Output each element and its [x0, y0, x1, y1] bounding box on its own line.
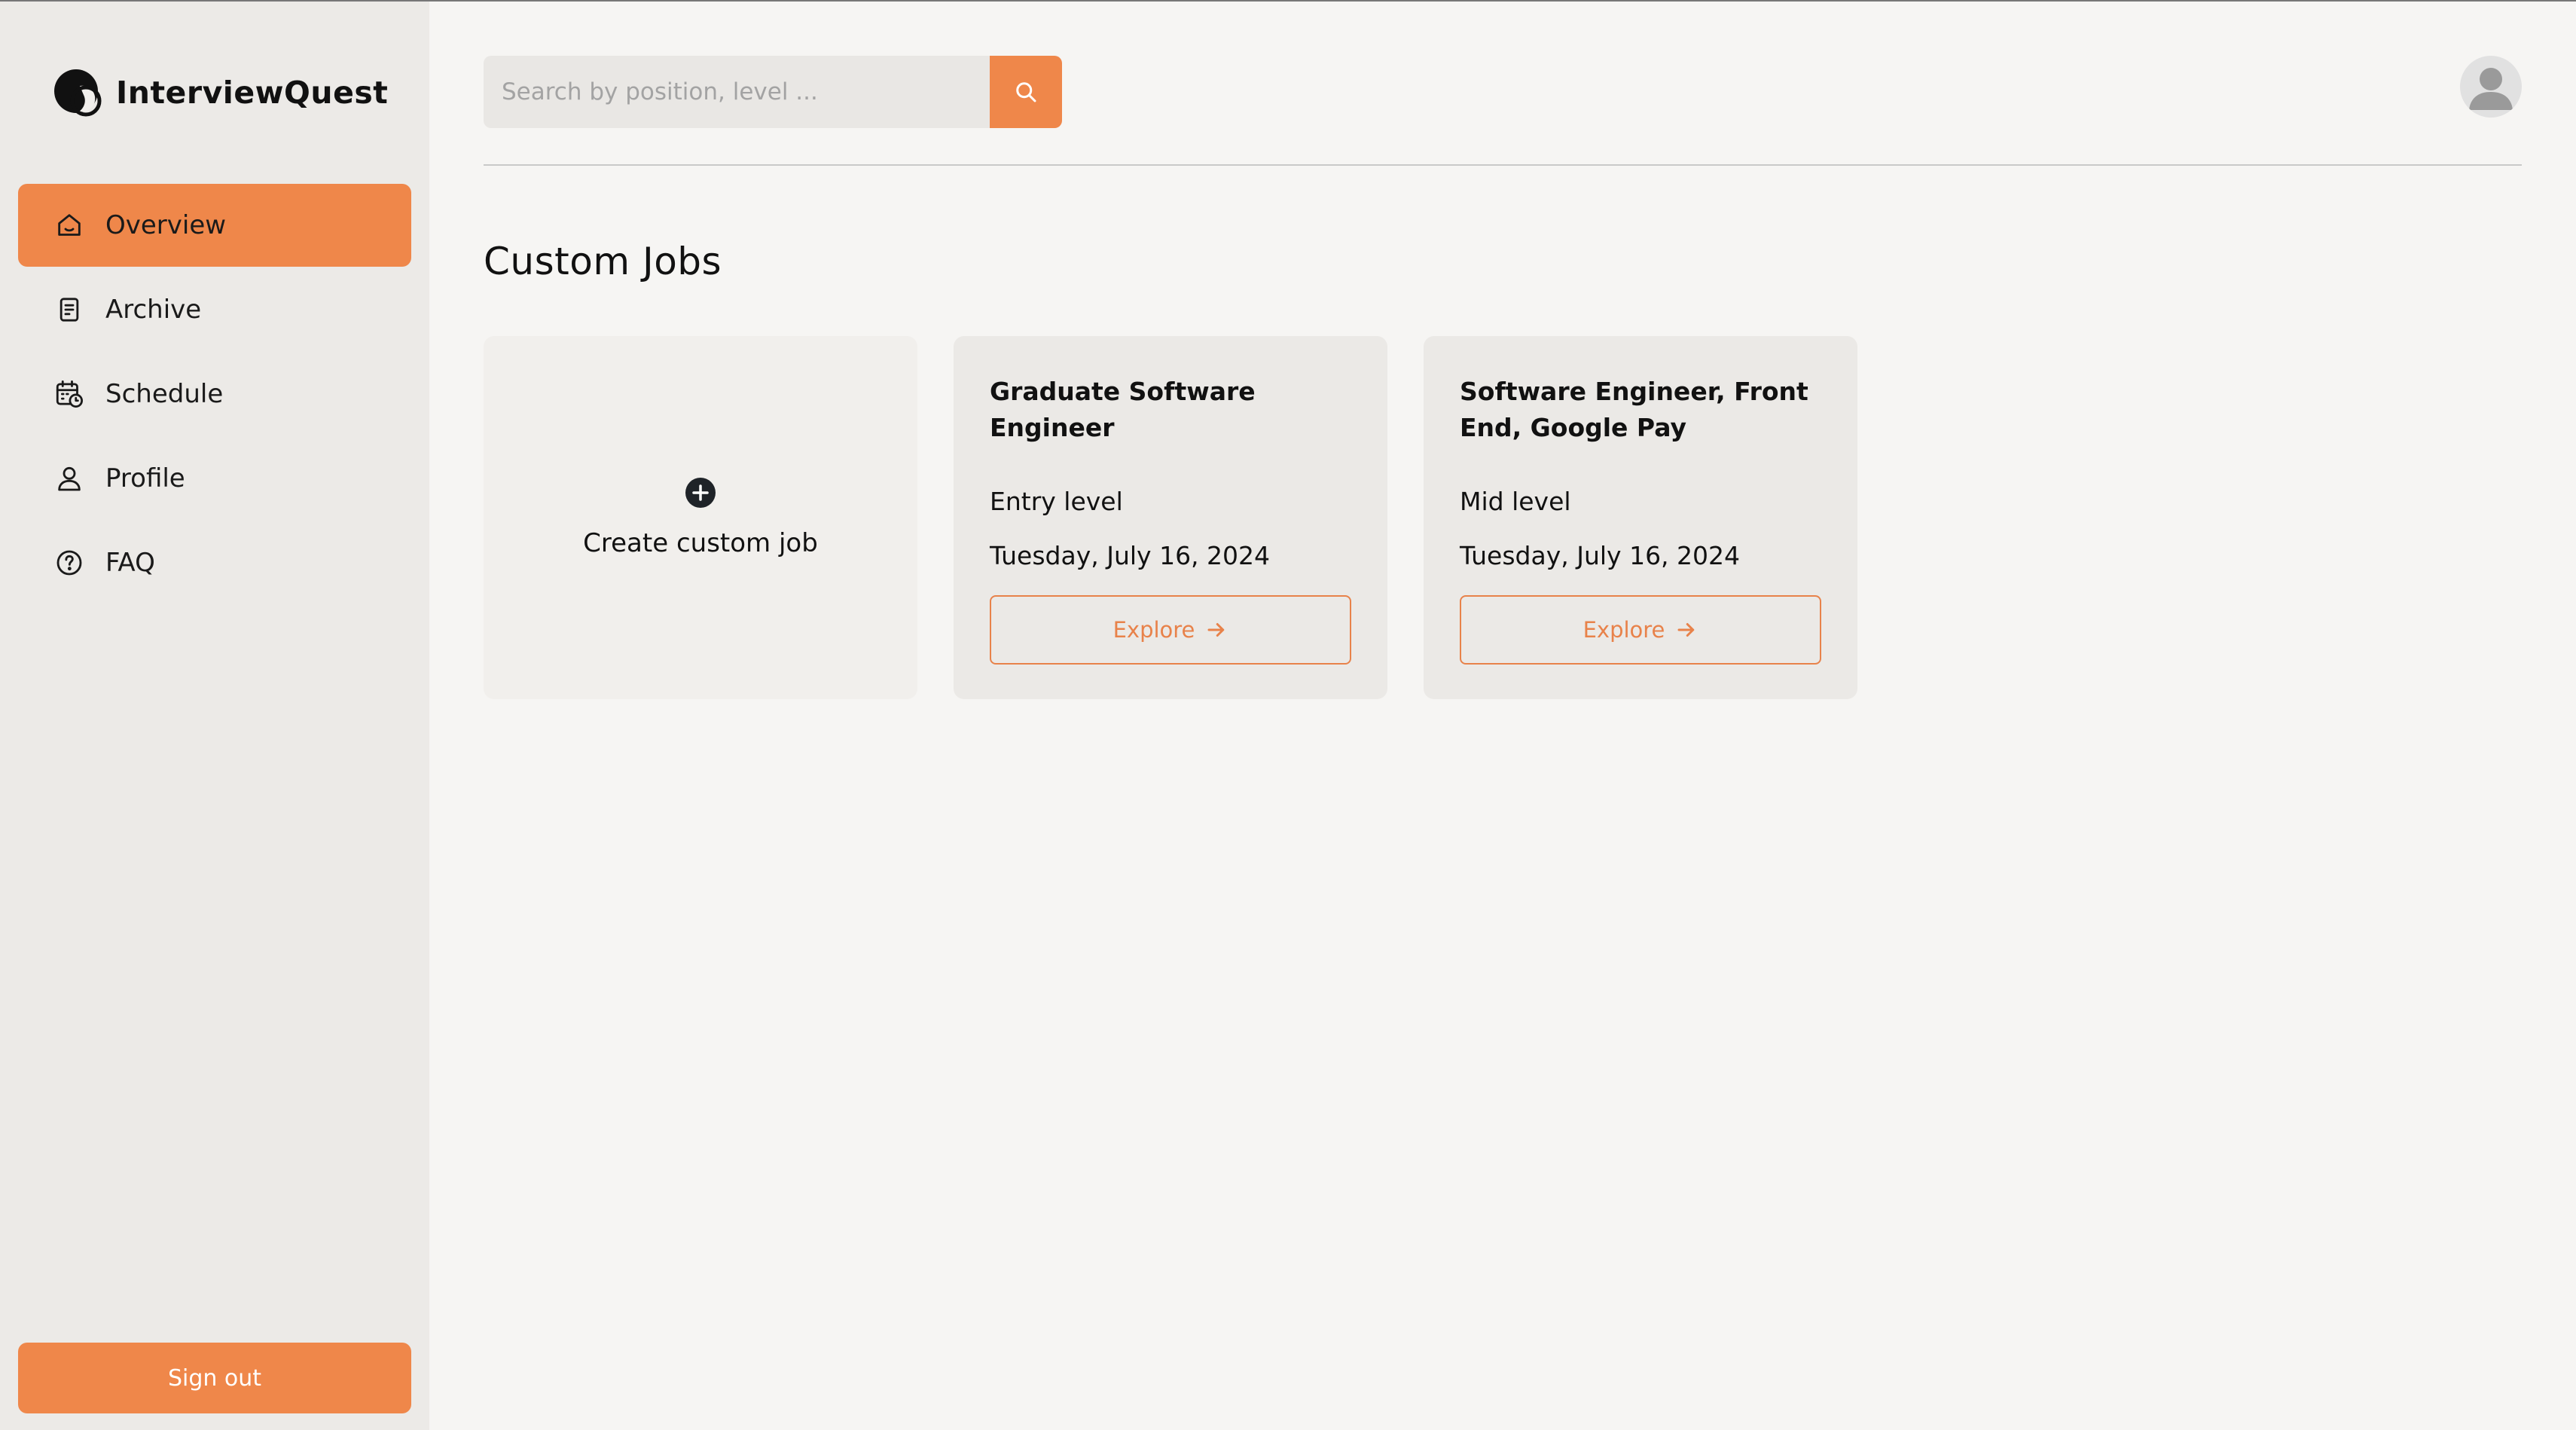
job-card: Graduate Software Engineer Entry level T…: [954, 336, 1387, 699]
user-avatar-icon: [2469, 68, 2513, 110]
job-date: Tuesday, July 16, 2024: [1460, 541, 1741, 570]
logo-icon: [54, 69, 102, 117]
search-bar: [484, 56, 1062, 128]
plus-circle-icon: [685, 478, 716, 508]
sidebar-item-label: Overview: [105, 210, 227, 240]
job-title: Graduate Software Engineer: [990, 377, 1256, 442]
page-title: Custom Jobs: [484, 240, 722, 283]
app-logo[interactable]: InterviewQuest: [53, 66, 388, 119]
arrow-right-icon: [1205, 619, 1228, 641]
header-divider: [484, 164, 2522, 166]
explore-label: Explore: [1113, 617, 1195, 643]
search-icon: [1016, 82, 1036, 102]
explore-button[interactable]: Explore: [1460, 595, 1821, 665]
job-level: Mid level: [1460, 487, 1571, 516]
document-icon: [53, 293, 86, 326]
sidebar-item-label: Profile: [105, 463, 185, 493]
job-level: Entry level: [990, 487, 1123, 516]
create-custom-job-card[interactable]: Create custom job: [484, 336, 917, 699]
sidebar-item-label: Archive: [105, 295, 202, 325]
app-name: InterviewQuest: [116, 75, 389, 111]
sidebar-item-archive[interactable]: Archive: [18, 268, 411, 351]
sidebar-item-overview[interactable]: Overview: [18, 184, 411, 267]
create-custom-job-label: Create custom job: [583, 528, 818, 558]
arrow-right-icon: [1675, 619, 1698, 641]
user-icon: [53, 462, 86, 495]
job-card: Software Engineer, Front End, Google Pay…: [1424, 336, 1857, 699]
search-button[interactable]: [990, 56, 1062, 128]
explore-button[interactable]: Explore: [990, 595, 1351, 665]
sign-out-button[interactable]: Sign out: [18, 1343, 411, 1413]
sidebar-item-label: FAQ: [105, 548, 155, 578]
question-icon: [53, 546, 86, 579]
avatar[interactable]: [2460, 56, 2522, 118]
search-input[interactable]: [484, 56, 990, 128]
sidebar-nav: Overview Archive Schedule Profile FAQ: [18, 184, 411, 606]
home-icon: [53, 209, 86, 242]
app-root: InterviewQuest Overview Archive Schedule…: [0, 0, 2576, 1430]
explore-label: Explore: [1583, 617, 1665, 643]
sidebar-item-faq[interactable]: FAQ: [18, 521, 411, 604]
sidebar-item-profile[interactable]: Profile: [18, 437, 411, 520]
sidebar: InterviewQuest Overview Archive Schedule…: [0, 2, 429, 1430]
calendar-clock-icon: [53, 377, 86, 411]
sidebar-item-schedule[interactable]: Schedule: [18, 353, 411, 435]
sidebar-item-label: Schedule: [105, 379, 224, 409]
job-date: Tuesday, July 16, 2024: [990, 541, 1271, 570]
job-title: Software Engineer, Front End, Google Pay: [1460, 377, 1808, 442]
